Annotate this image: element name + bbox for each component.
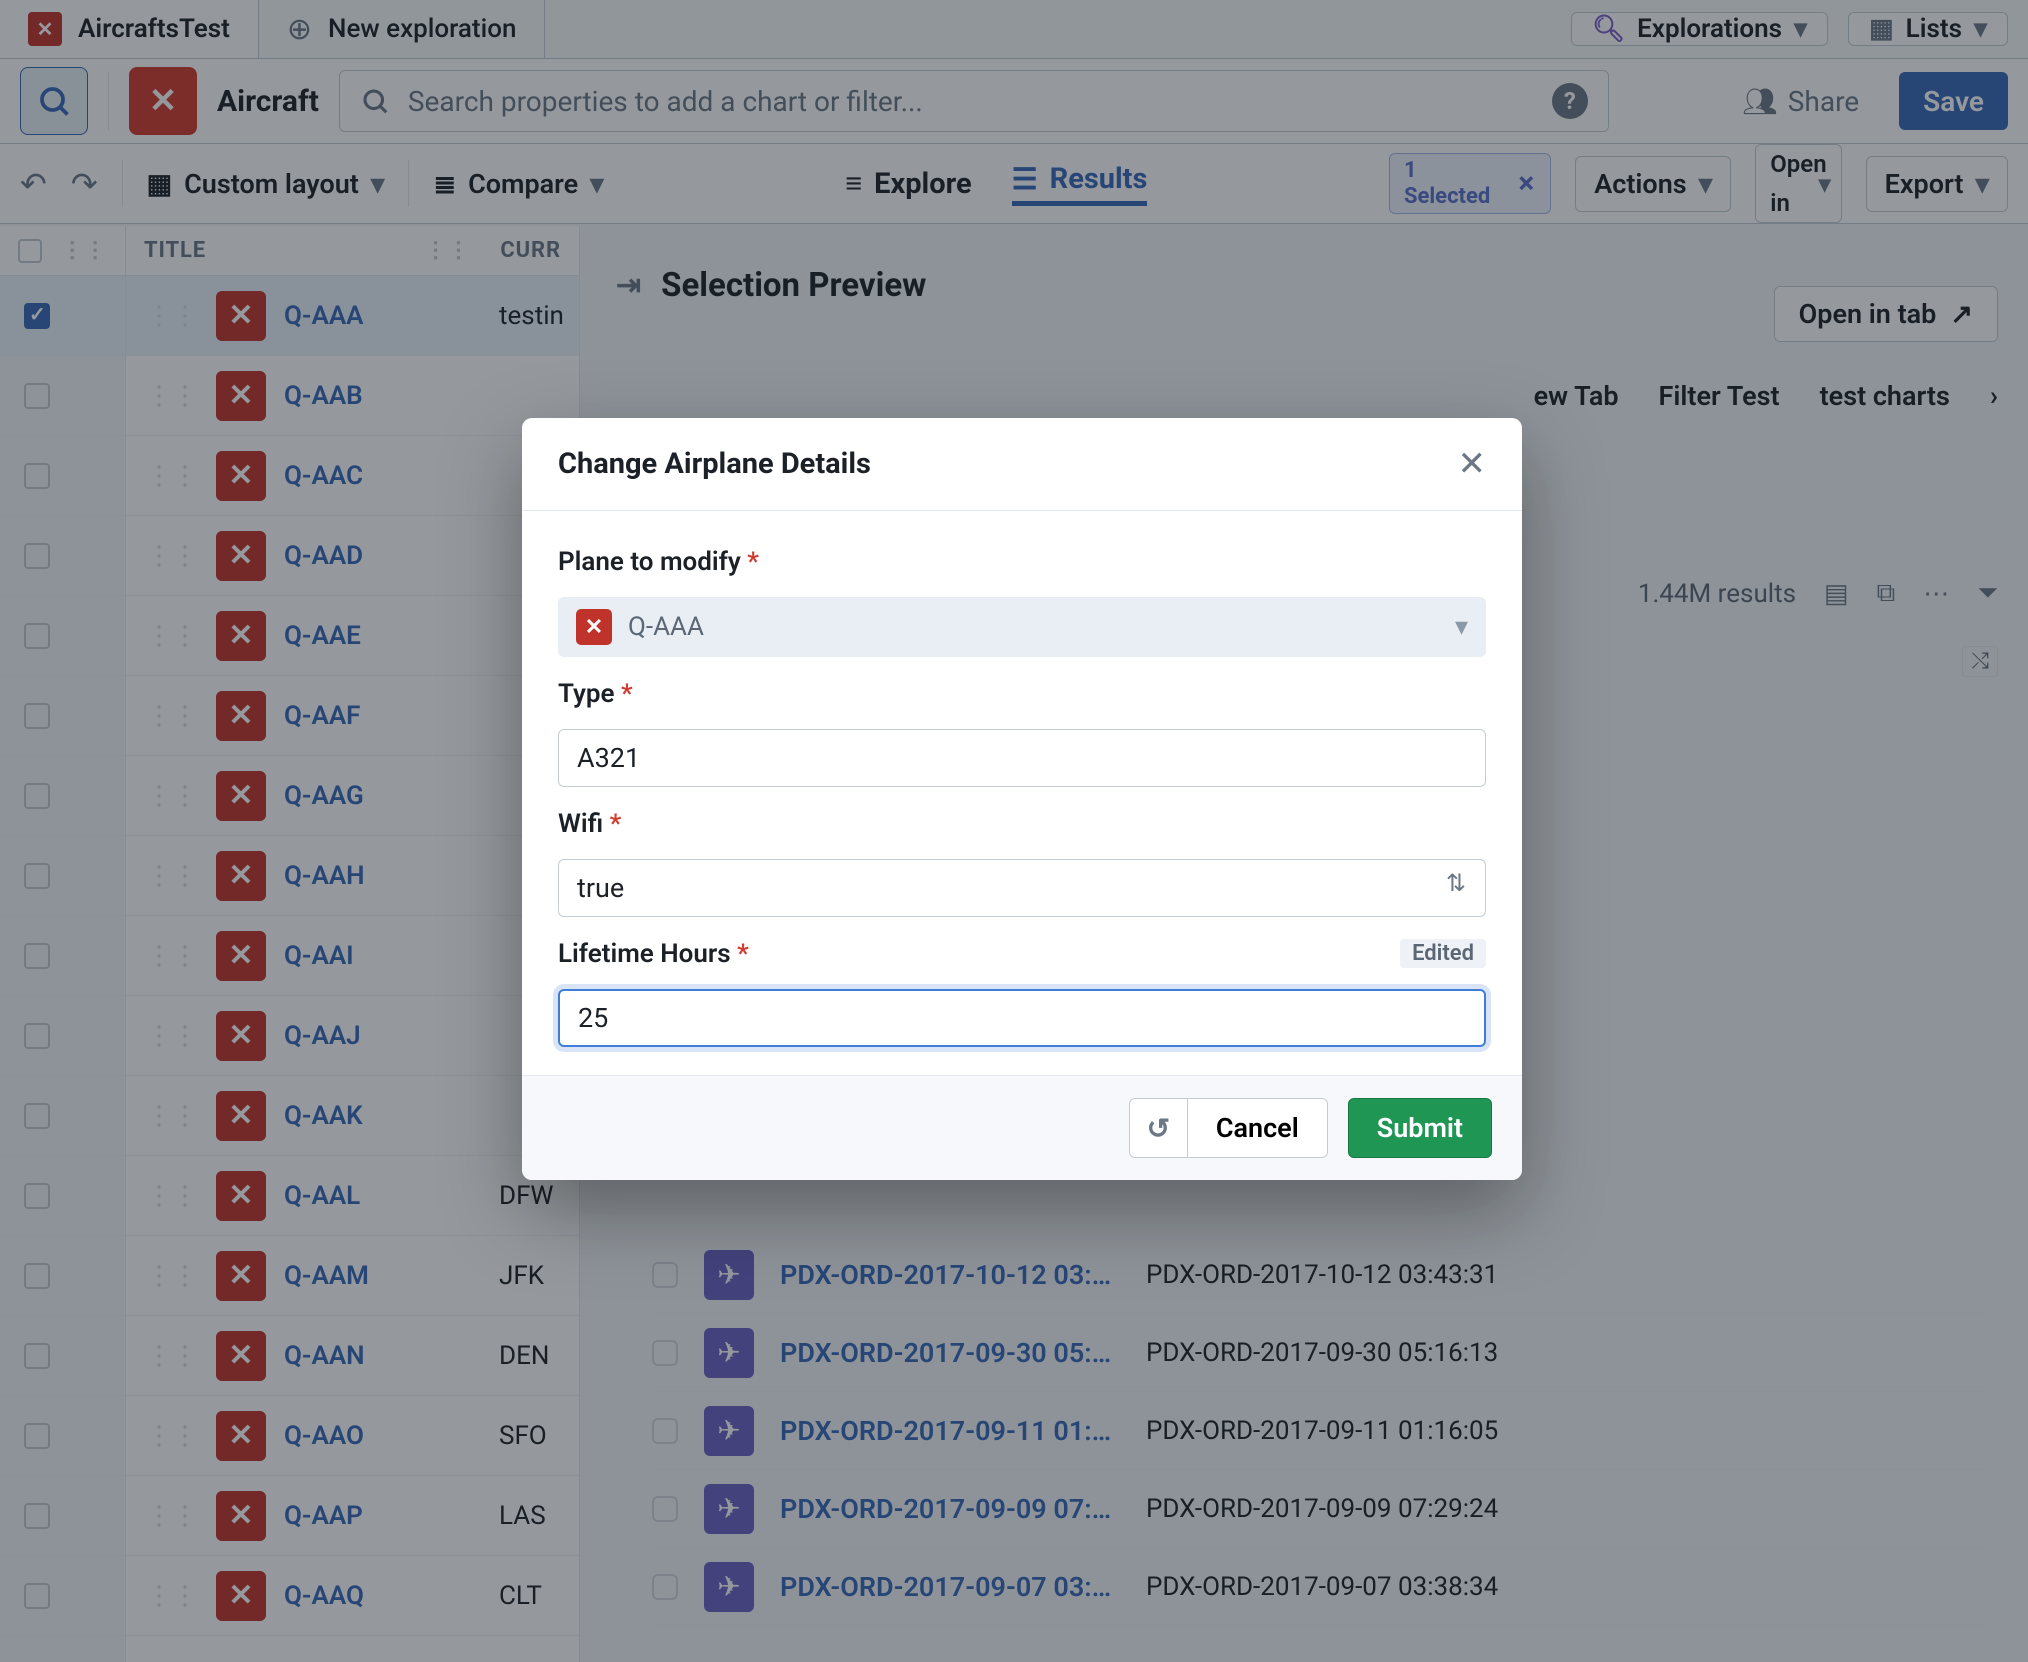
type-label: Type * — [558, 679, 1486, 709]
undo-icon: ↺ — [1147, 1112, 1170, 1145]
type-input[interactable] — [558, 729, 1486, 787]
chevron-down-icon: ▾ — [1455, 612, 1468, 642]
modal-title: Change Airplane Details — [558, 447, 871, 481]
wifi-select[interactable] — [558, 859, 1486, 917]
wifi-label: Wifi * — [558, 809, 1486, 839]
plane-picker[interactable]: ✕ Q-AAA ▾ — [558, 597, 1486, 657]
lifetime-hours-input[interactable] — [558, 989, 1486, 1047]
plane-value: Q-AAA — [628, 612, 704, 642]
cancel-button[interactable]: Cancel — [1187, 1098, 1328, 1158]
edited-badge: Edited — [1400, 939, 1486, 968]
close-icon[interactable]: ✕ — [1458, 444, 1487, 484]
hours-label: Lifetime Hours * Edited — [558, 939, 1486, 969]
plane-label: Plane to modify * — [558, 547, 1486, 577]
aircraft-icon: ✕ — [576, 609, 612, 645]
change-airplane-modal: Change Airplane Details ✕ Plane to modif… — [522, 418, 1522, 1180]
submit-button[interactable]: Submit — [1348, 1098, 1492, 1158]
reset-button[interactable]: ↺ — [1129, 1098, 1187, 1158]
